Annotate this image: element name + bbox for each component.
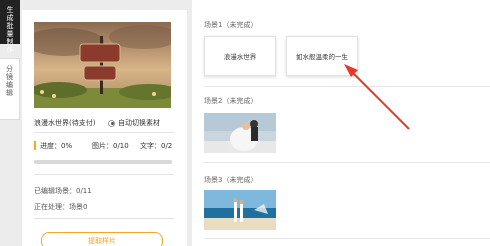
template-thumbnail[interactable]: [34, 22, 171, 108]
tab-char: 分: [6, 65, 13, 73]
tab-char: 作: [6, 46, 14, 54]
images-count: 图片：0/10: [92, 142, 129, 150]
radio-icon[interactable]: [108, 119, 115, 127]
scene-list-panel: 场景1（未完成） 浪漫水世界 如水般温柔的一生 场景2（未完成） 场景3（未完成…: [192, 0, 490, 246]
scene-2-photo[interactable]: [204, 113, 276, 153]
scene-1-text-card[interactable]: 浪漫水世界: [204, 36, 276, 76]
generate-sample-button[interactable]: 提取样片: [41, 232, 163, 246]
progress-bar: [34, 160, 172, 164]
progress-stats: 进度：0% 图片：0/10 文字：0/2: [34, 141, 179, 151]
accent-bar: [34, 141, 36, 150]
tab-char: 制: [6, 38, 14, 46]
auto-switch-label: 自动切换素材: [118, 119, 160, 127]
divider: [34, 132, 174, 133]
progress-label: 进度：0%: [40, 142, 73, 150]
scene-2-title: 场景2（未完成）: [204, 97, 258, 105]
scene-3-title: 场景3（未完成）: [204, 176, 258, 184]
divider: [204, 86, 490, 87]
processing-status: 正在处理：场景0: [34, 203, 88, 211]
tab-char: 镜: [6, 73, 13, 81]
template-info-panel: 浪漫水世界(待支付) 自动切换素材 进度：0% 图片：0/10 文字：0/2 已…: [22, 10, 187, 246]
scene-1-title: 场景1（未完成）: [204, 21, 258, 29]
auto-switch-option[interactable]: 自动切换素材: [108, 118, 160, 128]
scene-1-text-card[interactable]: 如水般温柔的一生: [286, 36, 358, 76]
tab-char: 批: [6, 22, 14, 30]
divider: [204, 162, 490, 163]
text-count: 文字：0/2: [140, 142, 173, 150]
edited-scenes: 已编辑场景：0/11: [34, 187, 92, 195]
divider: [34, 218, 174, 219]
template-name: 浪漫水世界(待支付): [34, 119, 96, 127]
tab-char: 成: [6, 14, 14, 22]
tab-char: 量: [6, 30, 14, 38]
tab-char: 辑: [6, 89, 13, 97]
divider: [204, 238, 490, 239]
scene-3-photo[interactable]: [204, 190, 276, 230]
tab-char: 编: [6, 81, 13, 89]
tab-storyboard-edit[interactable]: 分 镜 编 辑: [0, 58, 20, 120]
tab-batch-generate[interactable]: 生 成 批 量 制 作: [0, 0, 20, 54]
divider: [34, 174, 174, 175]
tab-char: 生: [6, 6, 14, 14]
